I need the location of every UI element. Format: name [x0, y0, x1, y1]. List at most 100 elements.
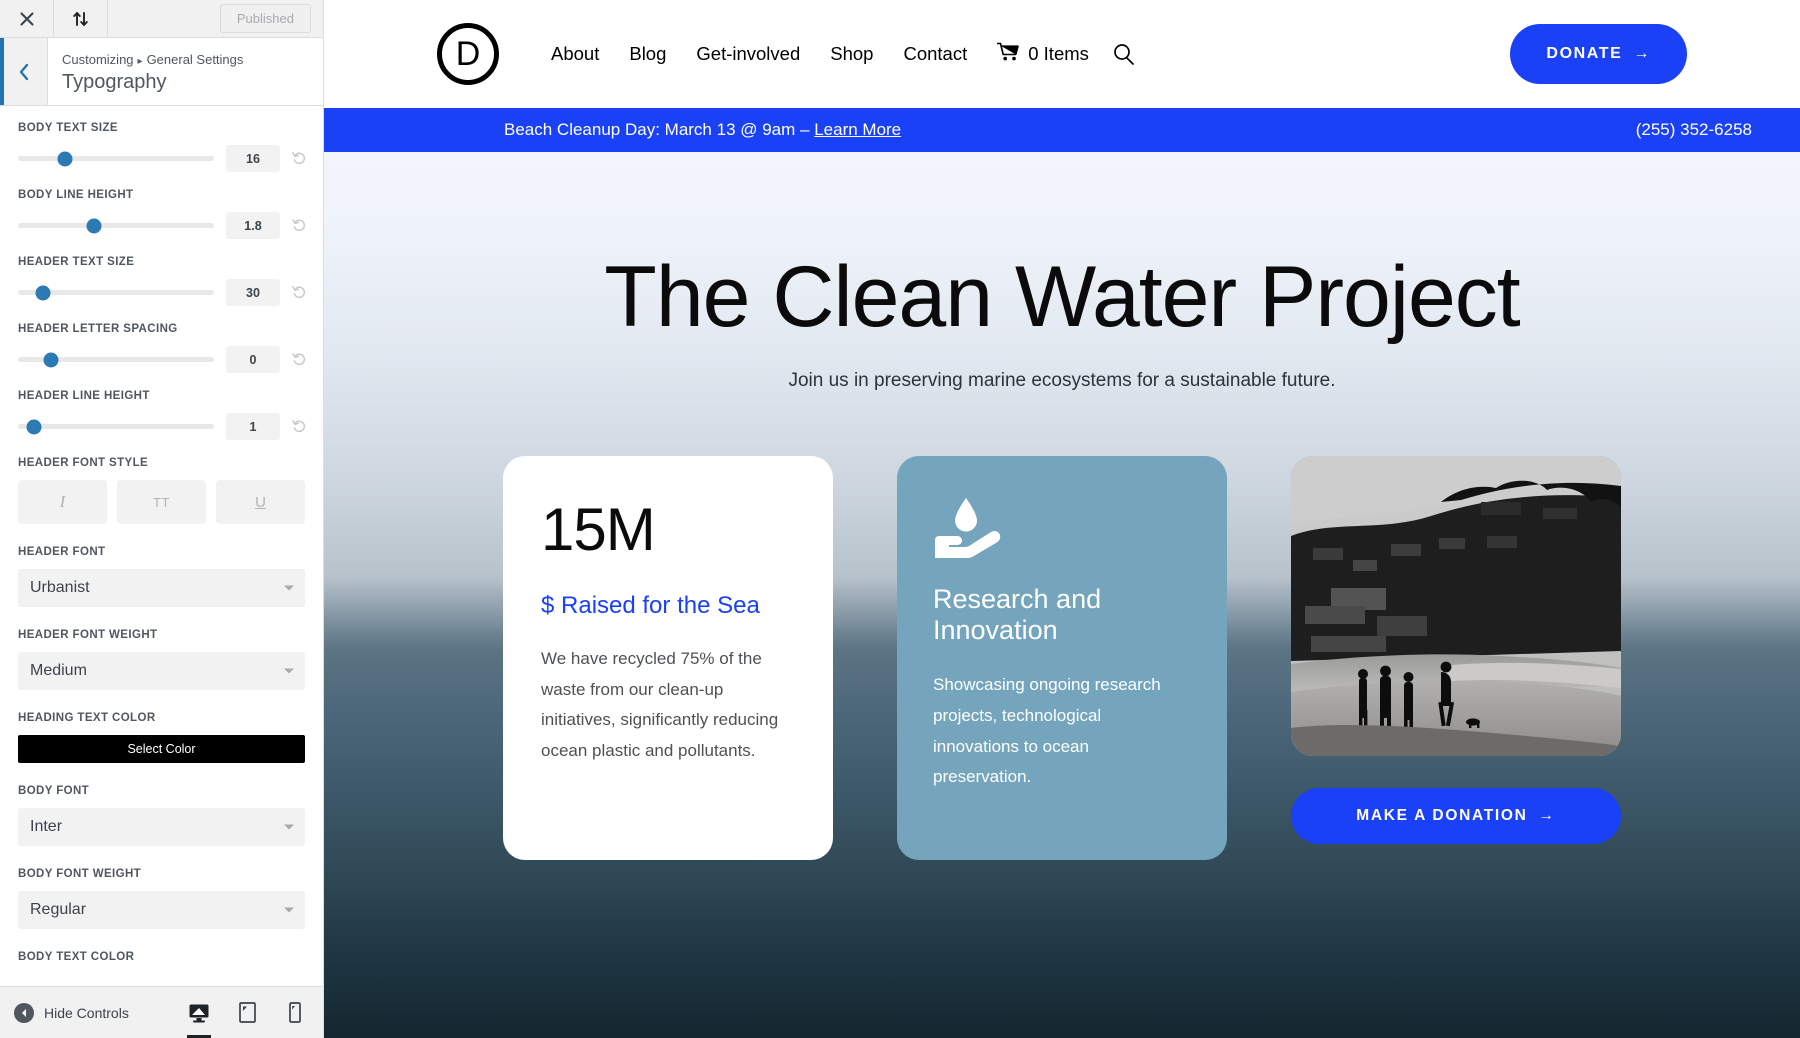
page-title: Typography — [62, 71, 167, 94]
search-icon[interactable] — [1113, 43, 1135, 65]
water-drop-hand-icon — [933, 496, 1003, 559]
control-header-font-style: HEADER FONT STYLE I TT U — [18, 457, 305, 524]
back-button[interactable] — [0, 38, 48, 105]
select-color-button[interactable]: Select Color — [18, 735, 305, 763]
reset-icon[interactable] — [289, 218, 309, 233]
feature-title: Research and Innovation — [933, 584, 1102, 646]
control-body-font-weight: BODY FONT WEIGHT Regular — [18, 868, 305, 929]
cart-icon — [996, 42, 1020, 67]
nav-item-about[interactable]: About — [551, 43, 599, 65]
control-header-line-height: HEADER LINE HEIGHT 1 — [18, 390, 305, 440]
chevron-down-icon — [284, 668, 294, 674]
control-label: BODY LINE HEIGHT — [18, 189, 134, 201]
feature-cards: 15M $ Raised for the Sea We have recycle… — [324, 456, 1800, 861]
hero-subtitle: Join us in preserving marine ecosystems … — [788, 370, 1336, 392]
control-label: BODY FONT WEIGHT — [18, 868, 142, 880]
hide-controls-button[interactable]: Hide Controls — [14, 1002, 129, 1023]
donate-button[interactable]: DONATE → — [1510, 24, 1687, 84]
donation-button-label: MAKE A DONATION — [1356, 807, 1528, 825]
slider-row: 1.8 — [18, 212, 305, 239]
arrow-right-icon: → — [1538, 807, 1556, 825]
control-heading-text-color: HEADING TEXT COLOR Select Color — [18, 712, 305, 763]
stat-description: We have recycled 75% of the waste from o… — [541, 649, 779, 761]
chevron-down-icon — [284, 824, 294, 830]
breadcrumb-root[interactable]: Customizing — [62, 52, 134, 67]
control-label: BODY TEXT COLOR — [18, 951, 135, 963]
nav-item-get-involved[interactable]: Get-involved — [696, 43, 800, 65]
nav-item-contact[interactable]: Contact — [903, 43, 967, 65]
slider-thumb[interactable] — [57, 151, 73, 166]
customizer-sidebar: Published Customizing ▸ General Settings T… — [0, 0, 324, 1038]
slider-thumb[interactable] — [43, 352, 59, 367]
slider-track[interactable] — [18, 218, 214, 233]
announcement-learn-more-link[interactable]: Learn More — [814, 120, 901, 139]
control-body-line-height: BODY LINE HEIGHT 1.8 — [18, 189, 305, 239]
main-navigation: About Blog Get-involved Shop Contact 0 I… — [551, 42, 1135, 67]
customizer-controls-list: BODY TEXT SIZE 16 BODY LINE HEIGHT 1.8 H… — [0, 106, 323, 986]
control-label: HEADER LINE HEIGHT — [18, 390, 150, 402]
panel-header-text: Customizing ▸ General Settings Typography — [48, 38, 323, 105]
sort-updown-icon[interactable] — [54, 0, 108, 37]
control-label: BODY FONT — [18, 785, 90, 797]
photo-card: MAKE A DONATION → — [1291, 456, 1621, 860]
site-logo[interactable]: D — [437, 23, 499, 85]
cart-link[interactable]: 0 Items — [996, 42, 1089, 67]
reset-icon[interactable] — [289, 419, 309, 434]
nav-item-blog[interactable]: Blog — [629, 43, 666, 65]
reset-icon[interactable] — [289, 352, 309, 367]
control-header-letter-spacing: HEADER LETTER SPACING 0 — [18, 323, 305, 373]
tablet-preview-button[interactable] — [233, 997, 261, 1029]
breadcrumb: Customizing ▸ General Settings — [62, 50, 309, 70]
reset-icon[interactable] — [289, 151, 309, 166]
site-header: D About Blog Get-involved Shop Contact 0… — [324, 0, 1800, 108]
published-button[interactable]: Published — [219, 4, 311, 33]
make-a-donation-button[interactable]: MAKE A DONATION → — [1291, 788, 1621, 845]
slider-thumb[interactable] — [26, 419, 42, 434]
nav-item-shop[interactable]: Shop — [830, 43, 873, 65]
italic-button[interactable]: I — [18, 480, 107, 524]
slider-row: 1 — [18, 413, 305, 440]
slider-track[interactable] — [18, 151, 214, 166]
slider-thumb[interactable] — [35, 285, 51, 300]
header-font-weight-select[interactable]: Medium — [18, 652, 305, 690]
slider-track[interactable] — [18, 419, 214, 434]
slider-track[interactable] — [18, 285, 214, 300]
body-font-value: Inter — [30, 818, 63, 835]
desktop-preview-button[interactable] — [185, 997, 213, 1038]
control-header-font-weight: HEADER FONT WEIGHT Medium — [18, 629, 305, 690]
slider-value[interactable]: 1 — [226, 413, 280, 440]
body-font-select[interactable]: Inter — [18, 808, 305, 846]
collapse-left-icon — [14, 1002, 34, 1023]
control-label: HEADER FONT — [18, 546, 106, 558]
slider-value[interactable]: 1.8 — [226, 212, 280, 239]
control-label: HEADER FONT WEIGHT — [18, 629, 158, 641]
slider-value[interactable]: 0 — [226, 346, 280, 373]
reset-icon[interactable] — [289, 285, 309, 300]
customizer-topbar: Published — [0, 0, 323, 38]
chevron-down-icon — [284, 907, 294, 913]
slider-track[interactable] — [18, 352, 214, 367]
device-preview-buttons — [185, 997, 309, 1038]
close-icon[interactable] — [0, 0, 54, 37]
mobile-preview-button[interactable] — [281, 997, 309, 1029]
body-font-weight-select[interactable]: Regular — [18, 891, 305, 929]
hero-title: The Clean Water Project — [604, 249, 1520, 345]
underline-button[interactable]: U — [216, 480, 305, 524]
uppercase-button[interactable]: TT — [117, 480, 206, 524]
hero-section: The Clean Water Project Join us in prese… — [324, 152, 1800, 1038]
slider-thumb[interactable] — [86, 218, 102, 233]
cart-items-count: 0 Items — [1028, 43, 1089, 64]
control-header-font: HEADER FONT Urbanist — [18, 546, 305, 607]
announcement-bar: Beach Cleanup Day: March 13 @ 9am – Lear… — [324, 108, 1800, 152]
slider-value[interactable]: 30 — [226, 279, 280, 306]
stat-number: 15M — [541, 496, 656, 564]
announcement-phone[interactable]: (255) 352-6258 — [1636, 120, 1752, 140]
breadcrumb-parent[interactable]: General Settings — [147, 52, 244, 67]
slider-value[interactable]: 16 — [226, 145, 280, 172]
donate-button-label: DONATE — [1546, 45, 1623, 62]
slider-row: 30 — [18, 279, 305, 306]
customizer-footer: Hide Controls — [0, 986, 323, 1038]
header-font-select[interactable]: Urbanist — [18, 569, 305, 607]
header-font-weight-value: Medium — [30, 662, 87, 679]
